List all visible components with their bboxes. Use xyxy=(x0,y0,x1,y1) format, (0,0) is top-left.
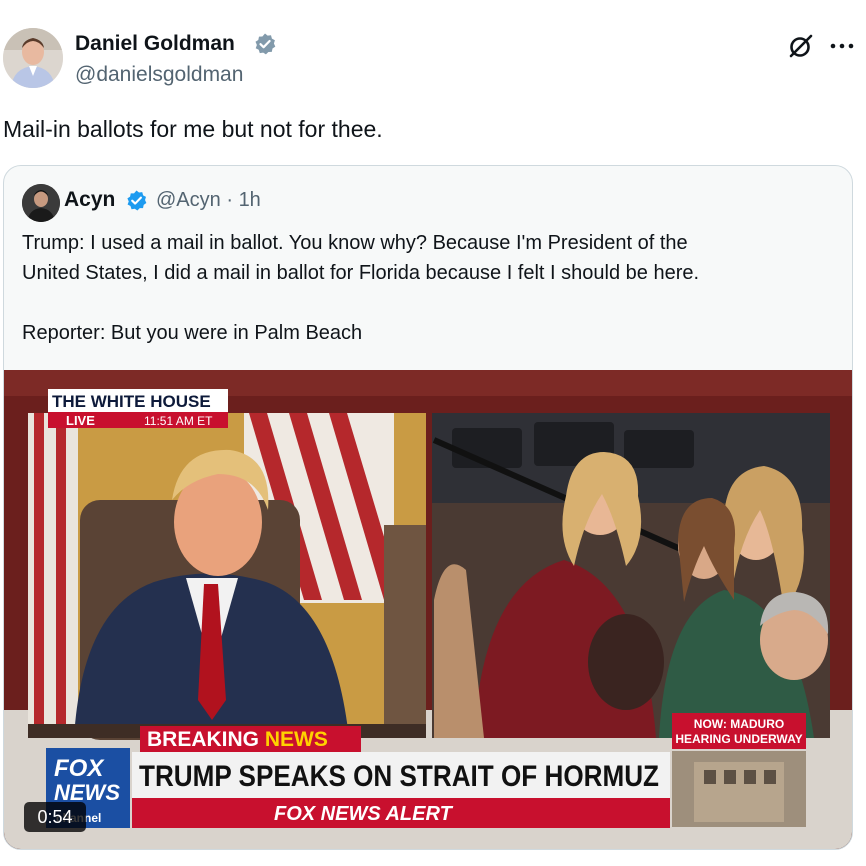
quoted-author-avatar[interactable] xyxy=(22,184,60,222)
headline: TRUMP SPEAKS ON STRAIT OF HORMUZ xyxy=(139,760,659,793)
quoted-text-line: Reporter: But you were in Palm Beach xyxy=(22,322,363,344)
quoted-text-line: Trump: I used a mail in ballot. You know… xyxy=(22,232,688,254)
video-player[interactable]: THE WHITE HOUSE LIVE 11:51 AM ET NOW: MA… xyxy=(4,370,852,849)
verified-badge-icon xyxy=(255,33,276,55)
live-label: LIVE xyxy=(66,413,95,428)
quoted-post-text: Trump: I used a mail in ballot. You know… xyxy=(22,228,822,348)
quoted-author-name[interactable]: Acyn xyxy=(64,188,115,212)
quoted-verified-badge-icon xyxy=(127,190,147,211)
quoted-avatar-image xyxy=(22,184,60,222)
grok-icon[interactable] xyxy=(787,32,815,60)
side-bug-line1: NOW: MADURO xyxy=(694,717,784,731)
quoted-post-time[interactable]: 1h xyxy=(239,189,261,211)
quoted-author-meta: @Acyn · 1h xyxy=(156,189,261,212)
author-handle[interactable]: @danielsgoldman xyxy=(75,63,243,87)
location-label: THE WHITE HOUSE xyxy=(52,392,211,411)
quoted-author-handle[interactable]: @Acyn xyxy=(156,189,221,211)
author-avatar[interactable] xyxy=(3,28,63,88)
video-frame: THE WHITE HOUSE LIVE 11:51 AM ET NOW: MA… xyxy=(4,370,852,849)
side-bug-line2: HEARING UNDERWAY xyxy=(675,732,802,746)
time-label: 11:51 AM ET xyxy=(144,414,213,428)
post-header: Daniel Goldman @danielsgoldman xyxy=(3,28,863,92)
quoted-post-card[interactable]: Acyn @Acyn · 1h Trump: I used a mail in … xyxy=(3,165,853,850)
logo-fox-text: FOX xyxy=(54,755,105,782)
video-duration: 0:54 xyxy=(24,802,86,832)
breaking-label: BREAKING NEWS xyxy=(147,728,328,751)
avatar-image xyxy=(3,28,63,88)
post-text: Mail-in ballots for me but not for thee. xyxy=(3,116,383,142)
author-name[interactable]: Daniel Goldman xyxy=(75,32,235,56)
quoted-text-line: United States, I did a mail in ballot fo… xyxy=(22,262,700,284)
more-options-icon[interactable] xyxy=(827,32,857,60)
alert-label: FOX NEWS ALERT xyxy=(274,803,454,825)
meta-separator: · xyxy=(226,189,233,211)
